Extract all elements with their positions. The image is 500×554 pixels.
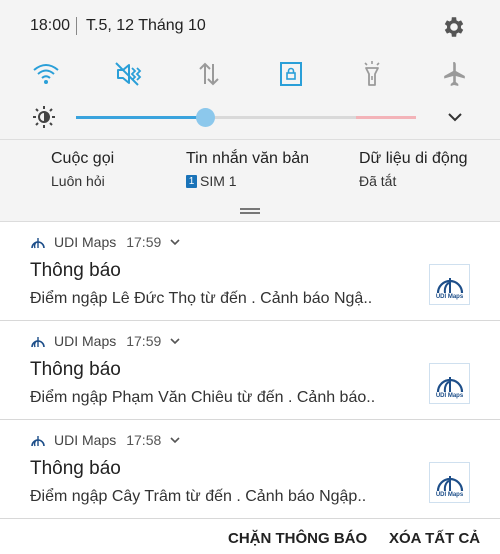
notification-body: Điểm ngập Cây Trâm từ đến . Cảnh báo Ngậ… xyxy=(30,488,367,505)
clear-all-button[interactable]: XÓA TẤT CẢ xyxy=(389,530,480,547)
quick-toggles xyxy=(0,54,500,94)
sim-badge-icon: 1 xyxy=(186,174,197,188)
slider-fill xyxy=(76,116,206,119)
brightness-slider[interactable] xyxy=(76,108,416,127)
airplane-icon xyxy=(444,62,465,86)
toggle-rotation-lock[interactable] xyxy=(271,54,311,94)
notification-card[interactable]: UDI Maps 17:59 Thông báo Điểm ngập Phạm … xyxy=(0,321,500,420)
udi-maps-logo-icon xyxy=(436,377,463,393)
sim-label: SIM 1 xyxy=(200,173,237,189)
toggle-mobile-data[interactable] xyxy=(189,54,229,94)
shortcut-messages[interactable]: Tin nhắn văn bản 1 SIM 1 xyxy=(186,150,309,189)
shortcut-title: Tin nhắn văn bản xyxy=(186,150,310,167)
notification-time: 17:59 xyxy=(126,333,162,349)
thumbnail-label: UDI Maps xyxy=(435,294,464,300)
app-icon xyxy=(31,436,45,447)
notification-body: Điểm ngập Lê Đức Thọ từ đến . Cảnh báo N… xyxy=(30,290,373,307)
slider-tail xyxy=(356,116,416,119)
shortcut-calls[interactable]: Cuộc gọi Luôn hỏi xyxy=(51,150,114,189)
status-date: T.5, 12 Tháng 10 xyxy=(86,17,206,34)
status-separator xyxy=(76,17,77,35)
rotation-lock-icon xyxy=(280,62,302,86)
brightness-icon xyxy=(33,106,55,128)
quick-settings-panel: 18:00 T.5, 12 Tháng 10 Cuộc gọi Luôn hỏi… xyxy=(0,0,500,222)
flashlight-icon xyxy=(364,61,380,86)
notification-body: Điểm ngập Phạm Văn Chiêu từ đến . Cảnh b… xyxy=(30,389,376,406)
notification-card[interactable]: UDI Maps 17:58 Thông báo Điểm ngập Cây T… xyxy=(0,420,500,519)
drag-handle[interactable] xyxy=(240,208,260,214)
gear-icon[interactable] xyxy=(441,14,467,40)
notification-header: UDI Maps 17:59 xyxy=(30,333,181,349)
brightness-row xyxy=(0,100,500,134)
app-name: UDI Maps xyxy=(54,234,117,250)
app-icon xyxy=(31,337,45,348)
wifi-icon xyxy=(33,64,59,84)
chevron-down-icon[interactable] xyxy=(169,236,181,248)
thumbnail-label: UDI Maps xyxy=(435,393,464,399)
notification-thumbnail: UDI Maps xyxy=(429,462,470,503)
notification-time: 17:58 xyxy=(126,432,162,448)
chevron-down-icon[interactable] xyxy=(169,434,181,446)
app-name: UDI Maps xyxy=(54,333,117,349)
shortcut-sub: 1 SIM 1 xyxy=(186,173,309,189)
toggle-wifi[interactable] xyxy=(26,54,66,94)
notification-header: UDI Maps 17:58 xyxy=(30,432,181,448)
block-notifications-button[interactable]: CHẶN THÔNG BÁO xyxy=(228,530,367,547)
shortcut-mobile-data[interactable]: Dữ liệu di động Đã tắt xyxy=(359,150,468,189)
notification-thumbnail: UDI Maps xyxy=(429,264,470,305)
chevron-down-icon[interactable] xyxy=(444,106,466,128)
udi-maps-logo-icon xyxy=(436,476,463,492)
shortcut-sub: Luôn hỏi xyxy=(51,173,105,189)
notification-title: Thông báo xyxy=(30,260,121,281)
slider-thumb[interactable] xyxy=(196,108,216,127)
app-name: UDI Maps xyxy=(54,432,117,448)
notification-title: Thông báo xyxy=(30,359,121,380)
notification-header: UDI Maps 17:59 xyxy=(30,234,181,250)
notification-title: Thông báo xyxy=(30,458,121,479)
shortcut-title: Dữ liệu di động xyxy=(359,150,468,167)
udi-maps-logo-icon xyxy=(436,278,463,294)
chevron-down-icon[interactable] xyxy=(169,335,181,347)
notification-thumbnail: UDI Maps xyxy=(429,363,470,404)
toggle-airplane[interactable] xyxy=(434,54,474,94)
app-icon xyxy=(31,238,45,249)
shortcut-sub: Đã tắt xyxy=(359,173,397,189)
notification-actions: CHẶN THÔNG BÁO XÓA TẤT CẢ xyxy=(0,520,500,554)
data-arrows-icon xyxy=(199,62,219,86)
toggle-flashlight[interactable] xyxy=(352,54,392,94)
divider xyxy=(0,139,500,140)
notification-time: 17:59 xyxy=(126,234,162,250)
toggle-sound[interactable] xyxy=(107,54,147,94)
notification-card[interactable]: UDI Maps 17:59 Thông báo Điểm ngập Lê Đứ… xyxy=(0,222,500,321)
shortcut-title: Cuộc gọi xyxy=(51,150,115,167)
thumbnail-label: UDI Maps xyxy=(435,492,464,498)
status-time: 18:00 xyxy=(30,17,71,34)
vibrate-mute-icon xyxy=(115,62,142,86)
status-row: 18:00 T.5, 12 Tháng 10 xyxy=(0,0,500,54)
